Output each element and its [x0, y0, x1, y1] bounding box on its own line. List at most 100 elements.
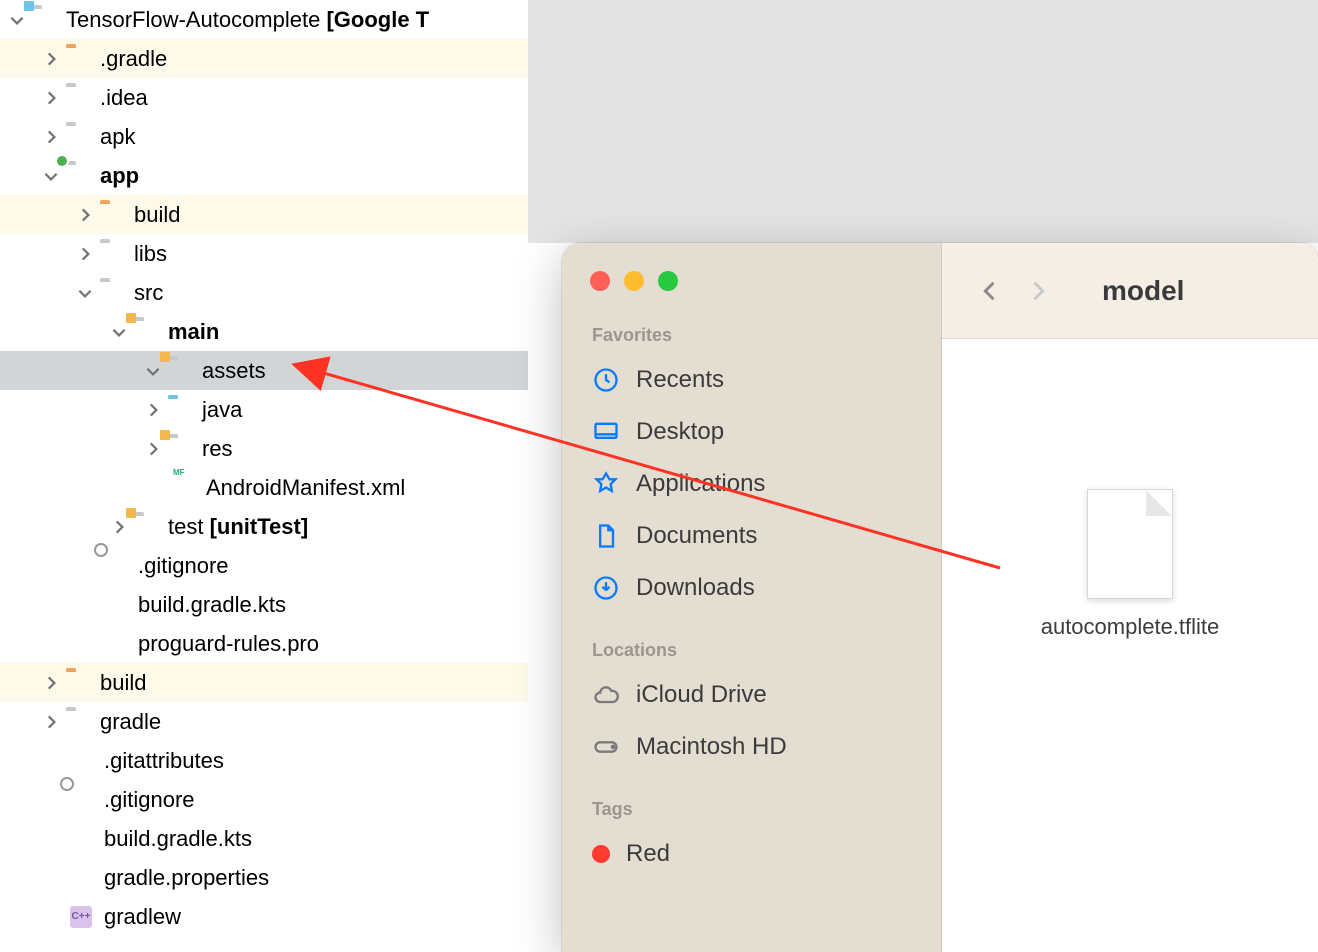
editor-empty-area	[528, 0, 1318, 243]
tree-row[interactable]: .gitignore	[0, 546, 528, 585]
chevron-right-icon[interactable]	[42, 128, 60, 146]
chevron-right-icon[interactable]	[76, 245, 94, 263]
tree-label: test	[168, 514, 203, 539]
tree-label: gradlew	[104, 904, 181, 930]
file-label[interactable]: autocomplete.tflite	[1035, 613, 1225, 642]
tree-row-root[interactable]: TensorFlow-Autocomplete [Google T	[0, 0, 528, 39]
tree-label: gradle	[100, 709, 161, 735]
maximize-window-button[interactable]	[658, 271, 678, 291]
source-folder-icon	[134, 321, 160, 343]
tree-row[interactable]: .gradle	[0, 39, 528, 78]
gradle-file-icon	[104, 594, 130, 616]
tag-color-icon	[592, 845, 610, 863]
text-file-icon	[104, 633, 130, 655]
sidebar-item-label: Applications	[636, 470, 765, 498]
sidebar-item-applications[interactable]: Applications	[562, 458, 941, 510]
properties-file-icon	[70, 867, 96, 889]
finder-main: model autocomplete.tflite	[942, 243, 1318, 952]
tree-row[interactable]: AndroidManifest.xml	[0, 468, 528, 507]
tree-row[interactable]: libs	[0, 234, 528, 273]
sidebar-item-macintosh-hd[interactable]: Macintosh HD	[562, 721, 941, 773]
chevron-down-icon[interactable]	[8, 11, 26, 29]
sidebar-item-tag-red[interactable]: Red	[562, 828, 941, 880]
tree-row[interactable]: build	[0, 663, 528, 702]
chevron-right-icon[interactable]	[76, 206, 94, 224]
sidebar-item-label: Documents	[636, 522, 757, 550]
tree-row[interactable]: res	[0, 429, 528, 468]
sidebar-item-label: Recents	[636, 366, 724, 394]
disk-icon	[592, 733, 620, 761]
folder-icon	[66, 126, 92, 148]
tree-row[interactable]: test [unitTest]	[0, 507, 528, 546]
tree-label: src	[134, 280, 163, 306]
tree-row[interactable]: .gitattributes	[0, 741, 528, 780]
sidebar-item-recents[interactable]: Recents	[562, 354, 941, 406]
tree-row[interactable]: apk	[0, 117, 528, 156]
tree-label: libs	[134, 241, 167, 267]
tree-label: .idea	[100, 85, 148, 111]
forward-button[interactable]	[1024, 277, 1052, 305]
chevron-down-icon[interactable]	[144, 362, 162, 380]
sidebar-item-icloud[interactable]: iCloud Drive	[562, 669, 941, 721]
tree-label: build	[100, 670, 146, 696]
module-folder-icon	[66, 165, 92, 187]
tree-label: build.gradle.kts	[104, 826, 252, 852]
tree-row[interactable]: C++ gradlew	[0, 897, 528, 936]
applications-icon	[592, 470, 620, 498]
minimize-window-button[interactable]	[624, 271, 644, 291]
tree-label: .gitattributes	[104, 748, 224, 774]
sidebar-item-label: Red	[626, 840, 670, 868]
text-file-icon	[70, 750, 96, 772]
chevron-right-icon[interactable]	[144, 440, 162, 458]
chevron-right-icon[interactable]	[42, 50, 60, 68]
tree-label: res	[202, 436, 233, 462]
sidebar-item-documents[interactable]: Documents	[562, 510, 941, 562]
cloud-icon	[592, 681, 620, 709]
chevron-right-icon[interactable]	[42, 674, 60, 692]
chevron-down-icon[interactable]	[110, 323, 128, 341]
chevron-right-icon[interactable]	[42, 89, 60, 107]
folder-icon	[66, 672, 92, 694]
finder-content[interactable]: autocomplete.tflite	[942, 339, 1318, 952]
tree-label: .gitignore	[104, 787, 195, 813]
tags-header: Tags	[562, 791, 941, 828]
tree-label: app	[100, 163, 139, 189]
tree-row[interactable]: build.gradle.kts	[0, 585, 528, 624]
gitignore-file-icon	[104, 555, 130, 577]
resource-folder-icon	[168, 360, 194, 382]
folder-icon	[66, 48, 92, 70]
sidebar-item-downloads[interactable]: Downloads	[562, 562, 941, 614]
back-button[interactable]	[976, 277, 1004, 305]
sidebar-item-desktop[interactable]: Desktop	[562, 406, 941, 458]
ide-project-tree: TensorFlow-Autocomplete [Google T .gradl…	[0, 0, 528, 952]
chevron-down-icon[interactable]	[76, 284, 94, 302]
tree-row[interactable]: src	[0, 273, 528, 312]
gitignore-file-icon	[70, 789, 96, 811]
tree-row[interactable]: .gitignore	[0, 780, 528, 819]
manifest-file-icon	[172, 477, 198, 499]
file-icon[interactable]	[1087, 489, 1173, 599]
window-traffic-lights	[562, 261, 941, 317]
folder-icon	[168, 399, 194, 421]
tree-row[interactable]: app	[0, 156, 528, 195]
chevron-right-icon[interactable]	[144, 401, 162, 419]
finder-toolbar: model	[942, 243, 1318, 339]
tree-row[interactable]: .idea	[0, 78, 528, 117]
tree-row[interactable]: proguard-rules.pro	[0, 624, 528, 663]
tree-label: build	[134, 202, 180, 228]
folder-icon	[100, 282, 126, 304]
tree-row[interactable]: build.gradle.kts	[0, 819, 528, 858]
tree-row-assets[interactable]: assets	[0, 351, 528, 390]
chevron-down-icon[interactable]	[42, 167, 60, 185]
tree-label: proguard-rules.pro	[138, 631, 319, 657]
script-file-icon: C++	[70, 906, 96, 928]
tree-row[interactable]: main	[0, 312, 528, 351]
tree-row[interactable]: build	[0, 195, 528, 234]
tree-row[interactable]: java	[0, 390, 528, 429]
tree-label-suffix: [Google T	[320, 7, 429, 32]
tree-row[interactable]: gradle	[0, 702, 528, 741]
close-window-button[interactable]	[590, 271, 610, 291]
chevron-right-icon[interactable]	[42, 713, 60, 731]
tree-row[interactable]: gradle.properties	[0, 858, 528, 897]
chevron-right-icon[interactable]	[110, 518, 128, 536]
